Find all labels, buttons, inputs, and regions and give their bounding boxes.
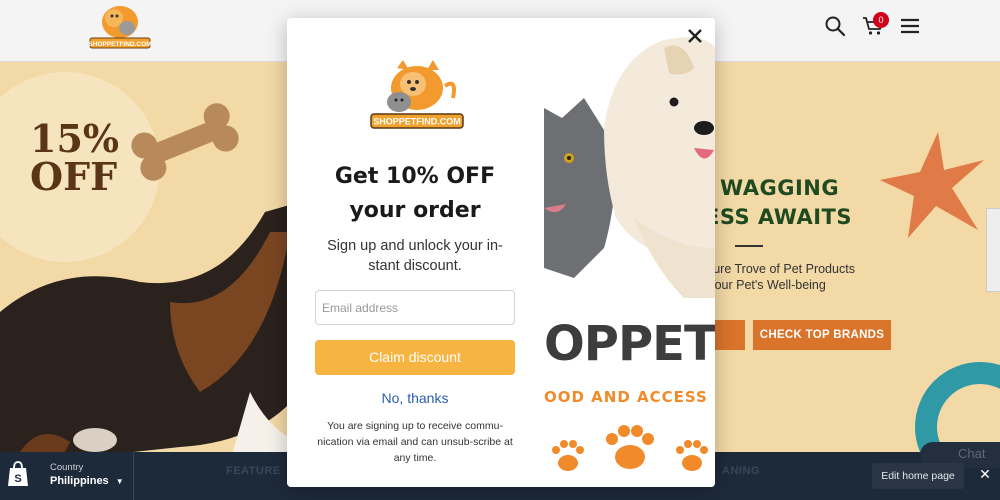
email-field[interactable]: [315, 290, 515, 325]
hero-subtitle: asure Trove of Pet Products r Your Pet's…: [700, 261, 900, 293]
svg-text:SHOPPETFIND.COM: SHOPPETFIND.COM: [88, 41, 151, 48]
promo-text: 15% OFF: [30, 120, 119, 196]
menu-icon[interactable]: [898, 14, 922, 38]
bar-divider: [133, 452, 134, 500]
chevron-down-icon: ▼: [115, 477, 124, 486]
close-icon[interactable]: [685, 26, 705, 46]
hero-divider: [735, 245, 763, 247]
popup-logo-text: SHOPPETFIND.COM: [373, 117, 461, 127]
close-icon[interactable]: ✕: [976, 466, 994, 484]
search-icon[interactable]: [823, 14, 847, 38]
consent-fine-print: You are signing up to receive commu-nica…: [317, 420, 513, 464]
hero-headline: WAGGING ESS AWAITS: [705, 174, 890, 232]
popup-brand-text: OPPETF: [544, 316, 715, 372]
side-accessibility-tab[interactable]: [986, 208, 1000, 292]
site-logo[interactable]: SHOPPETFIND.COM: [86, 2, 154, 50]
promo-percent: 15%: [30, 116, 119, 161]
cart-count-badge: 0: [873, 12, 889, 28]
cat-and-puppy-image: [544, 37, 715, 298]
edit-home-page-button[interactable]: Edit home page: [872, 463, 964, 489]
hero-headline-line2: ESS AWAITS: [705, 205, 853, 229]
basset-hound-image: [0, 202, 300, 452]
country-label: Country: [50, 462, 84, 473]
teal-arc-decor: [915, 362, 1000, 452]
star-decor-right: [880, 132, 984, 238]
svg-text:S: S: [14, 473, 21, 485]
country-value: Philippines: [50, 475, 109, 487]
featured-section-label: FEATURE: [226, 465, 281, 477]
shopify-bag-icon: S: [8, 461, 28, 486]
promo-off: OFF: [30, 154, 118, 199]
hero-subtitle-line1: asure Trove of Pet Products: [700, 262, 855, 276]
discount-popup: SHOPPETFIND.COM Get 10% OFF your order S…: [287, 18, 715, 487]
no-thanks-link[interactable]: No, thanks: [315, 390, 515, 406]
country-selector[interactable]: Philippines ▼: [50, 475, 124, 487]
popup-brand-tagline: OOD AND ACCESS: [544, 388, 708, 406]
paw-prints-icon: [552, 425, 708, 471]
bone-icon: [131, 103, 239, 181]
hero-subtitle-line2: r Your Pet's Well-being: [700, 278, 826, 292]
popup-title: Get 10% OFF your order: [334, 164, 496, 223]
right-section-label: ANING: [722, 465, 760, 477]
popup-artwork: OPPETF OOD AND ACCESS: [544, 18, 715, 487]
hero-headline-line1: WAGGING: [720, 176, 840, 200]
claim-discount-button[interactable]: Claim discount: [315, 340, 515, 375]
popup-logo: SHOPPETFIND.COM: [370, 60, 464, 129]
popup-subtitle: Sign up and unlock your in-stant discoun…: [327, 238, 503, 274]
chat-label: Chat: [958, 446, 986, 461]
check-top-brands-button[interactable]: CHECK TOP BRANDS: [753, 320, 891, 350]
